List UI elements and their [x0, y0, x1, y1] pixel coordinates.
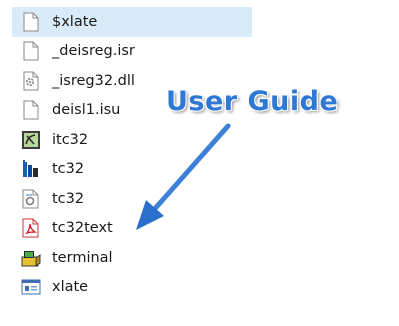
file-name: tc32 — [52, 190, 85, 207]
file-item-deisreg-isr[interactable]: _deisreg.isr — [12, 37, 252, 67]
user-guide-title: User Guide — [166, 86, 339, 117]
blank-file-icon — [20, 99, 42, 121]
pointer-arrow-icon — [136, 123, 231, 230]
file-item-xlate[interactable]: xlate — [12, 273, 252, 303]
terminal-app-icon — [20, 247, 42, 269]
file-name: terminal — [52, 249, 113, 266]
window-app-icon — [20, 276, 42, 298]
file-name: $xlate — [52, 13, 98, 30]
file-name: _isreg32.dll — [52, 72, 135, 89]
blank-file-icon — [20, 40, 42, 62]
blank-file-icon — [20, 11, 42, 33]
file-name: _deisreg.isr — [52, 43, 135, 60]
file-name: tc32 — [52, 161, 85, 178]
file-name: tc32text — [52, 220, 113, 237]
dll-file-icon — [20, 70, 42, 92]
itc-app-icon — [20, 129, 42, 151]
file-name: xlate — [52, 279, 89, 296]
pdf-file-icon — [20, 217, 42, 239]
file-item-terminal[interactable]: terminal — [12, 243, 252, 273]
file-name: deisl1.isu — [52, 102, 121, 119]
file-item-xlate-dollar[interactable]: $xlate — [12, 7, 252, 37]
tc-app-icon — [20, 158, 42, 180]
file-name: itc32 — [52, 131, 89, 148]
config-file-icon — [20, 188, 42, 210]
